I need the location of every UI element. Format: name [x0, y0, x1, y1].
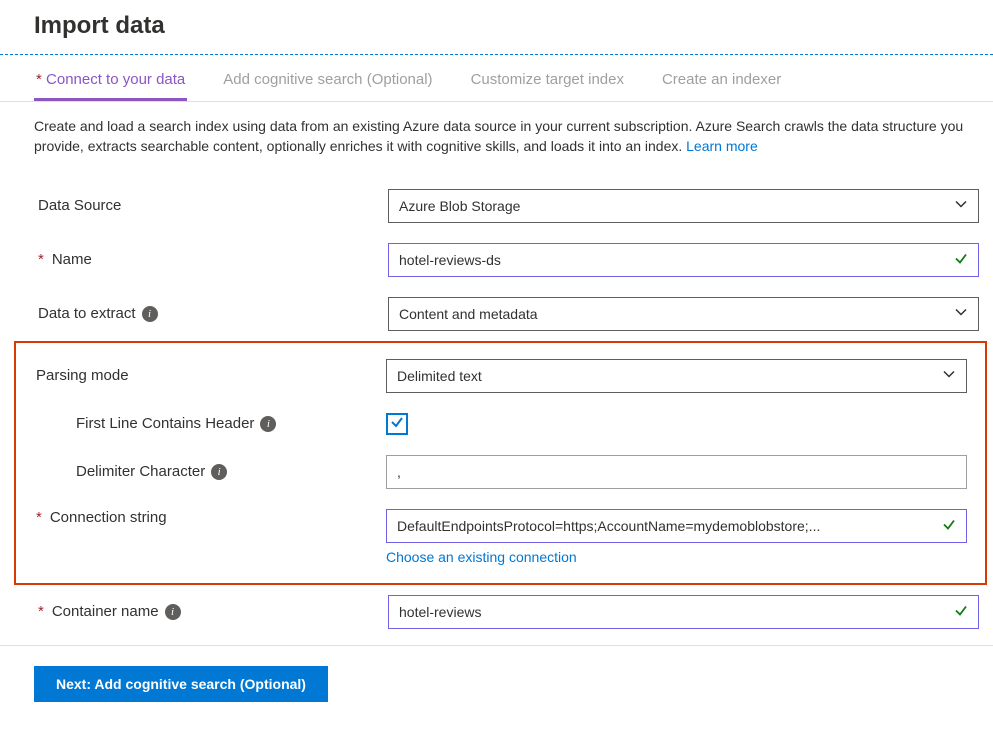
- label-delimiter: Delimiter Character i: [36, 463, 376, 480]
- check-icon: [954, 603, 968, 620]
- chevron-down-icon: [954, 197, 968, 214]
- highlighted-section: Parsing mode Delimited text First Line C…: [14, 341, 987, 585]
- label-first-line-header: First Line Contains Header i: [36, 415, 376, 432]
- info-icon[interactable]: i: [260, 416, 276, 432]
- check-icon: [954, 251, 968, 268]
- info-icon[interactable]: i: [211, 464, 227, 480]
- delimiter-input[interactable]: ,: [386, 455, 967, 489]
- description-text: Create and load a search index using dat…: [34, 116, 983, 157]
- next-button[interactable]: Next: Add cognitive search (Optional): [34, 666, 328, 702]
- label-parsing-mode: Parsing mode: [36, 367, 376, 384]
- name-input[interactable]: hotel-reviews-ds: [388, 243, 979, 277]
- label-data-to-extract: Data to extract i: [38, 305, 378, 322]
- data-source-select[interactable]: Azure Blob Storage: [388, 189, 979, 223]
- chevron-down-icon: [954, 305, 968, 322]
- tab-connect-data[interactable]: * Connect to your data: [34, 59, 187, 101]
- label-data-source: Data Source: [38, 197, 378, 214]
- parsing-mode-select[interactable]: Delimited text: [386, 359, 967, 393]
- container-name-input[interactable]: hotel-reviews: [388, 595, 979, 629]
- tabs: * Connect to your data Add cognitive sea…: [0, 59, 993, 102]
- connection-string-input[interactable]: DefaultEndpointsProtocol=https;AccountNa…: [386, 509, 967, 543]
- label-connection-string: *Connection string: [36, 509, 376, 526]
- page-title: Import data: [0, 0, 993, 55]
- tab-create-indexer[interactable]: Create an indexer: [660, 59, 783, 101]
- tab-cognitive-search[interactable]: Add cognitive search (Optional): [221, 59, 434, 101]
- info-icon[interactable]: i: [142, 306, 158, 322]
- check-icon: [942, 517, 956, 534]
- first-line-header-checkbox[interactable]: [386, 413, 408, 435]
- info-icon[interactable]: i: [165, 604, 181, 620]
- label-container-name: *Container name i: [38, 603, 378, 620]
- tab-customize-index[interactable]: Customize target index: [469, 59, 626, 101]
- check-icon: [390, 415, 404, 432]
- learn-more-link[interactable]: Learn more: [686, 138, 758, 154]
- chevron-down-icon: [942, 367, 956, 384]
- label-name: *Name: [38, 251, 378, 268]
- data-to-extract-select[interactable]: Content and metadata: [388, 297, 979, 331]
- choose-existing-connection-link[interactable]: Choose an existing connection: [386, 549, 577, 565]
